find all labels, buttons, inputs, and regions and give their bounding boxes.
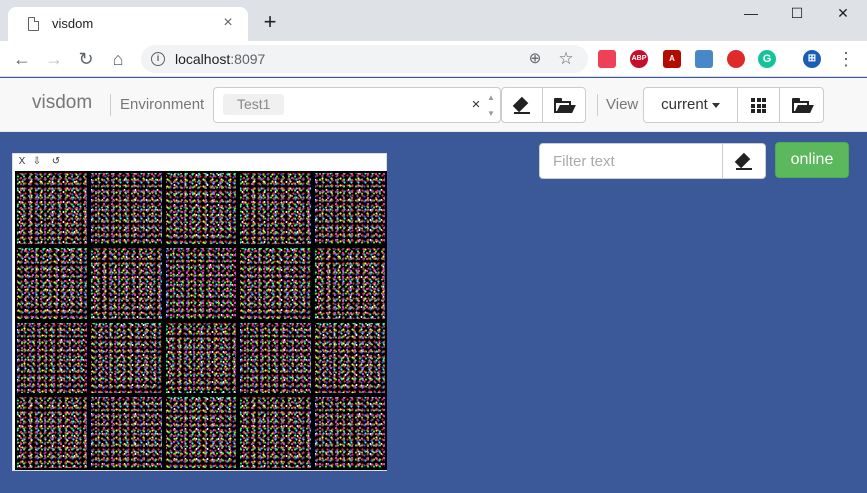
- maximize-button[interactable]: ☐: [774, 0, 820, 28]
- noise-image-tile: [314, 247, 385, 319]
- browser-titlebar: visdom × + — ☐ ✕: [0, 0, 867, 41]
- tab-close-icon[interactable]: ×: [218, 13, 238, 33]
- view-select-dropdown[interactable]: current: [643, 87, 738, 123]
- tab-title: visdom: [52, 16, 94, 31]
- clear-env-button[interactable]: [501, 87, 543, 123]
- grammarly-icon[interactable]: G: [758, 50, 776, 68]
- env-tag[interactable]: Test1: [223, 94, 285, 115]
- noise-image-tile: [165, 397, 237, 468]
- noise-image-tile: [17, 397, 88, 468]
- forward-button[interactable]: →: [40, 45, 68, 73]
- repack-view-button[interactable]: [737, 87, 780, 123]
- zoom-icon[interactable]: ⊕: [525, 49, 545, 69]
- pane-titlebar[interactable]: X ⇩ ↺: [13, 154, 386, 170]
- browser-tab[interactable]: visdom ×: [8, 7, 248, 41]
- bookmark-star-icon[interactable]: ☆: [556, 49, 576, 69]
- menu-icon[interactable]: ⋮: [832, 45, 860, 73]
- noise-image-tile: [91, 397, 162, 468]
- spin-up-icon[interactable]: ▲: [487, 93, 495, 102]
- noise-image-tile: [91, 247, 162, 319]
- noise-image-tile: [240, 322, 311, 394]
- environment-label: Environment: [120, 96, 205, 113]
- image-pane[interactable]: X ⇩ ↺: [12, 153, 387, 471]
- divider: [110, 94, 111, 116]
- address-bar[interactable]: i localhost:8097 ⊕ ☆: [141, 45, 588, 73]
- noise-image-tile: [91, 322, 162, 394]
- eraser-icon: [512, 96, 531, 114]
- new-tab-button[interactable]: +: [258, 10, 282, 34]
- minimize-button[interactable]: —: [728, 0, 774, 28]
- pocket-icon[interactable]: [598, 50, 616, 68]
- manage-env-button[interactable]: [542, 87, 586, 123]
- clear-filter-button[interactable]: [722, 143, 766, 179]
- noise-image-tile: [165, 173, 237, 244]
- noise-image-tile: [240, 397, 311, 468]
- noise-image-tile: [17, 322, 88, 394]
- env-clear-icon[interactable]: ×: [468, 94, 484, 116]
- noise-image-tile: [165, 247, 237, 319]
- folder-open-icon: [554, 98, 576, 114]
- connection-status-badge[interactable]: online: [775, 142, 849, 178]
- profile-avatar-icon[interactable]: ⊞: [803, 50, 821, 68]
- info-icon[interactable]: i: [151, 52, 165, 66]
- noise-image-tile: [240, 247, 311, 319]
- environment-select[interactable]: Test1 × ▲ ▼: [213, 87, 501, 123]
- manage-views-button[interactable]: [779, 87, 824, 123]
- noise-image-tile: [17, 247, 88, 319]
- home-button[interactable]: ⌂: [104, 45, 132, 73]
- noise-image-tile: [91, 173, 162, 244]
- stop-hand-icon[interactable]: [727, 50, 745, 68]
- reload-button[interactable]: ↻: [72, 45, 100, 73]
- folder-open-icon: [791, 98, 814, 114]
- image-grid: [15, 171, 387, 470]
- noise-image-tile: [314, 322, 385, 394]
- spin-down-icon[interactable]: ▼: [487, 109, 495, 118]
- visdom-navbar: visdom Environment Test1 × ▲ ▼ View curr…: [0, 78, 867, 132]
- page-document-icon: [28, 17, 39, 31]
- noise-image-tile: [165, 322, 237, 394]
- pane-close-button[interactable]: X: [17, 155, 27, 169]
- back-button[interactable]: ←: [8, 45, 36, 73]
- view-label: View: [606, 96, 639, 113]
- noise-image-tile: [314, 397, 385, 468]
- pane-reset-icon[interactable]: ↺: [51, 155, 61, 169]
- grid-icon: [751, 98, 766, 113]
- divider: [597, 94, 598, 116]
- eraser-icon: [734, 152, 753, 170]
- url-text: localhost:8097: [175, 51, 266, 67]
- pane-download-icon[interactable]: ⇩: [32, 155, 42, 169]
- brand-logo[interactable]: visdom: [32, 92, 92, 114]
- close-window-button[interactable]: ✕: [820, 0, 866, 28]
- view-select-value: current: [661, 96, 708, 113]
- adblock-plus-icon[interactable]: ABP: [630, 50, 648, 68]
- noise-image-tile: [314, 173, 385, 244]
- graduation-cap-icon[interactable]: [695, 50, 713, 68]
- browser-toolbar: ← → ↻ ⌂ i localhost:8097 ⊕ ☆ ABP A G ⊞ ⋮: [0, 41, 867, 77]
- filter-text-input[interactable]: [539, 143, 723, 179]
- pdf-icon[interactable]: A: [663, 50, 681, 68]
- noise-image-tile: [240, 173, 311, 244]
- caret-down-icon: [711, 102, 720, 108]
- noise-image-tile: [17, 173, 88, 244]
